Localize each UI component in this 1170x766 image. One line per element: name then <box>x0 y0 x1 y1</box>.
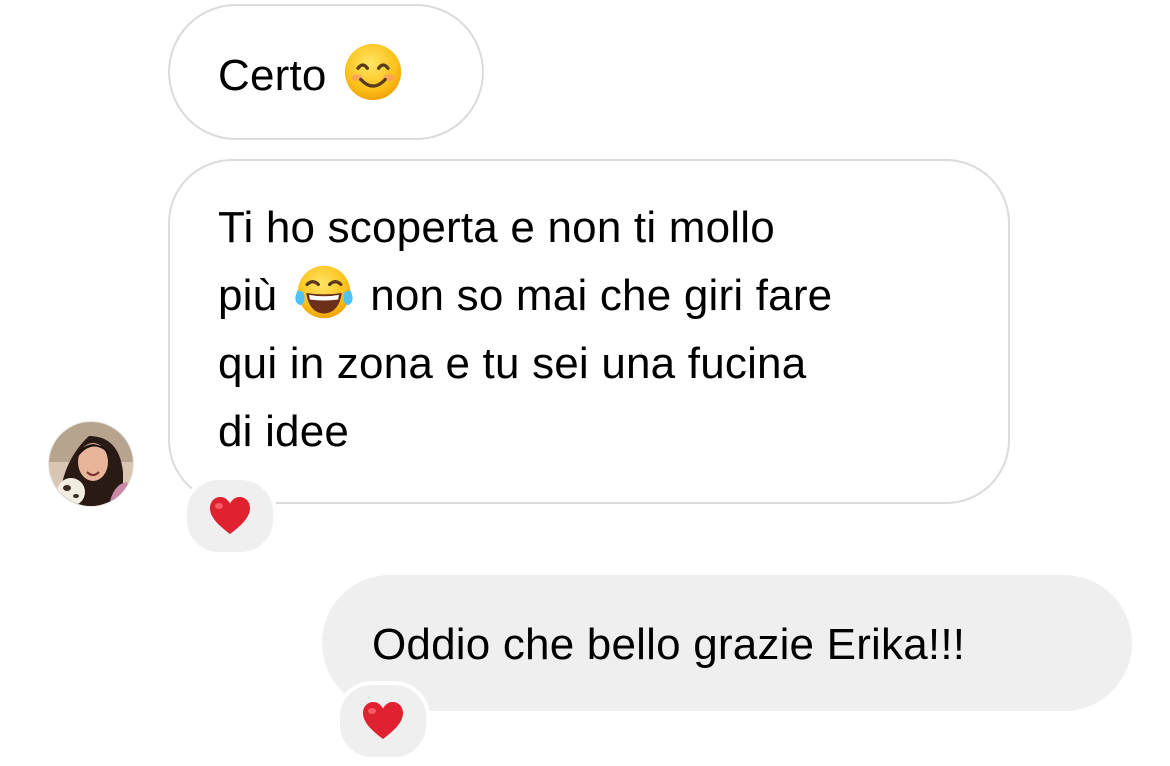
message-text: Oddio che bello grazie Erika!!! <box>372 620 966 669</box>
message-bubble-outgoing[interactable]: Oddio che bello grazie Erika!!! <box>322 575 1132 711</box>
message-bubble-incoming[interactable]: Ti ho scoperta e non ti mollo più non so… <box>168 159 1010 504</box>
message-text: Certo <box>218 51 327 100</box>
message-text-line: più non so mai che giri fare <box>218 262 960 330</box>
message-text: non so mai che giri fare <box>370 271 833 320</box>
red-heart-icon <box>210 497 250 534</box>
sender-avatar[interactable] <box>48 421 134 507</box>
message-bubble-incoming[interactable]: Certo <box>168 4 484 140</box>
tears-of-joy-emoji-icon <box>295 265 353 319</box>
smiling-face-emoji-icon <box>344 43 402 101</box>
message-text-line: Ti ho scoperta e non ti mollo <box>218 203 775 252</box>
reaction-badge[interactable] <box>336 681 430 761</box>
reaction-badge[interactable] <box>183 476 277 556</box>
chat-thread: Certo Ti ho scoperta e non ti mollo più <box>0 0 1170 766</box>
message-text: più <box>218 271 278 320</box>
red-heart-icon <box>363 702 403 739</box>
user-avatar-photo-icon <box>49 422 133 506</box>
message-text-line: di idee <box>218 407 350 456</box>
message-text-line: qui in zona e tu sei una fucina <box>218 339 807 388</box>
